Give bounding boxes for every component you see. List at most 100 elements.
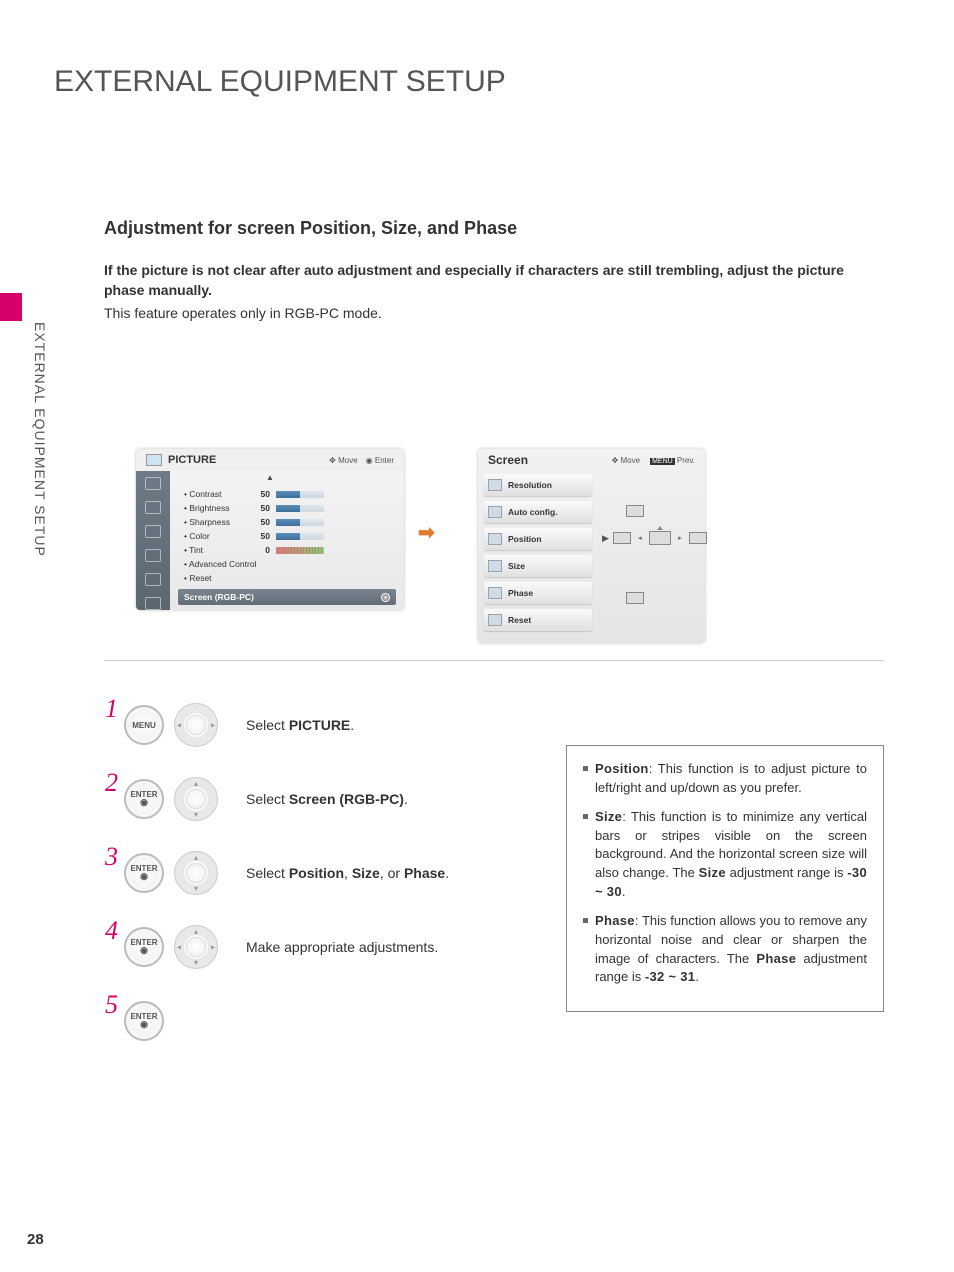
flow-arrow-icon: ➡	[418, 520, 435, 545]
osd-item-brightness: • Brightness 50	[178, 501, 396, 515]
step-1: 1 MENU ◂▸ Select PICTURE.	[104, 688, 524, 762]
item-label: Position	[508, 534, 542, 544]
sidebar-icon	[145, 501, 161, 514]
screen-item-reset: Reset	[484, 609, 592, 631]
sidebar-icon	[145, 573, 161, 586]
osd-label: • Tint	[178, 545, 248, 555]
position-control-preview: ▶ ◂ ▸	[602, 531, 707, 545]
osd-category-sidebar	[136, 471, 170, 610]
osd-item-sharpness: • Sharpness 50	[178, 515, 396, 529]
size-icon	[488, 560, 502, 572]
enter-button-icon: ENTER◉	[124, 853, 164, 893]
enter-button-icon: ENTER◉	[124, 1001, 164, 1041]
enter-dot-icon	[381, 593, 390, 602]
step-number: 5	[104, 990, 118, 1020]
osd-item-color: • Color 50	[178, 529, 396, 543]
screen-item-resolution: Resolution	[484, 474, 592, 496]
intro-line-1: If the picture is not clear after auto a…	[104, 260, 884, 301]
sidebar-icon	[145, 597, 161, 610]
move-hint: ✥ Move	[329, 456, 358, 465]
enter-button-icon: ENTER◉	[124, 779, 164, 819]
step-number: 4	[104, 916, 118, 946]
enter-hint: ◉ Enter	[366, 456, 394, 465]
osd-item-advanced: • Advanced Control	[178, 557, 396, 571]
screen-item-auto-config: Auto config.	[484, 501, 592, 523]
step-text: Make appropriate adjustments.	[246, 939, 438, 955]
step-2: 2 ENTER◉ ▴▾ Select Screen (RGB-PC).	[104, 762, 524, 836]
nav-up-down-icon: ▴▾	[174, 777, 218, 821]
phase-icon	[488, 587, 502, 599]
step-text: Select Position, Size, or Phase.	[246, 865, 449, 881]
step-number: 1	[104, 694, 118, 724]
item-label: Auto config.	[508, 507, 558, 517]
auto-config-icon	[488, 506, 502, 518]
box-icon	[613, 532, 631, 544]
step-number: 2	[104, 768, 118, 798]
box-icon	[626, 592, 644, 604]
osd-value: 50	[248, 517, 270, 527]
section-subtitle: Adjustment for screen Position, Size, an…	[104, 218, 517, 239]
osd-item-screen-rgb: Screen (RGB-PC)	[178, 589, 396, 605]
info-position: Position: This function is to adjust pic…	[583, 760, 867, 798]
size-preview	[626, 592, 644, 604]
info-phase: Phase: This function allows you to remov…	[583, 912, 867, 987]
slider-track	[276, 547, 324, 554]
item-label: Resolution	[508, 480, 552, 490]
osd-value: 50	[248, 503, 270, 513]
step-text: Select Screen (RGB-PC).	[246, 791, 408, 807]
osd-item-contrast: • Contrast 50	[178, 487, 396, 501]
screen-item-phase: Phase	[484, 582, 592, 604]
osd-screen-menu: Screen ✥ Move MENU Prev. Resolution Auto…	[478, 449, 705, 643]
osd-picture-menu: PICTURE ✥ Move ◉ Enter ▲ • Contrast 50 •…	[136, 449, 404, 610]
page-number: 28	[27, 1231, 44, 1248]
slider-track	[276, 491, 324, 498]
info-size: Size: This function is to minimize any v…	[583, 808, 867, 902]
step-5: 5 ENTER◉	[104, 984, 524, 1058]
auto-config-preview	[626, 505, 644, 517]
box-icon	[626, 505, 644, 517]
resolution-icon	[488, 479, 502, 491]
osd-picture-title: PICTURE	[168, 454, 216, 466]
screen-item-size: Size	[484, 555, 592, 577]
center-box-icon	[649, 531, 671, 545]
osd-label: • Reset	[178, 573, 212, 583]
osd-screen-title: Screen	[488, 453, 528, 467]
sidebar-icon	[145, 477, 161, 490]
sidebar-icon	[145, 525, 161, 538]
accent-tab	[0, 293, 22, 321]
osd-picture-header: PICTURE ✥ Move ◉ Enter	[136, 449, 404, 471]
pointer-icon: ▶	[602, 533, 609, 544]
nav-all-directions-icon: ▴▾◂▸	[174, 925, 218, 969]
right-arrow-icon: ▸	[675, 534, 685, 542]
osd-label: • Sharpness	[178, 517, 248, 527]
osd-label: • Color	[178, 531, 248, 541]
slider-track	[276, 519, 324, 526]
osd-label: • Contrast	[178, 489, 248, 499]
box-icon	[689, 532, 707, 544]
osd-label: Screen (RGB-PC)	[184, 592, 254, 602]
nav-up-down-icon: ▴▾	[174, 851, 218, 895]
osd-value: 0	[248, 545, 270, 555]
step-text: Select PICTURE.	[246, 717, 354, 733]
sidebar-icon	[145, 549, 161, 562]
left-arrow-icon: ◂	[635, 534, 645, 542]
intro-line-2: This feature operates only in RGB-PC mod…	[104, 303, 884, 323]
info-box: Position: This function is to adjust pic…	[566, 745, 884, 1012]
side-section-label: EXTERNAL EQUIPMENT SETUP	[32, 322, 48, 557]
osd-label: • Advanced Control	[178, 559, 256, 569]
picture-icon	[146, 454, 162, 466]
enter-button-icon: ENTER◉	[124, 927, 164, 967]
step-3: 3 ENTER◉ ▴▾ Select Position, Size, or Ph…	[104, 836, 524, 910]
intro-text: If the picture is not clear after auto a…	[104, 260, 884, 325]
step-number: 3	[104, 842, 118, 872]
item-label: Reset	[508, 615, 531, 625]
item-label: Size	[508, 561, 525, 571]
slider-track	[276, 505, 324, 512]
position-icon	[488, 533, 502, 545]
step-4: 4 ENTER◉ ▴▾◂▸ Make appropriate adjustmen…	[104, 910, 524, 984]
slider-track	[276, 533, 324, 540]
osd-item-tint: • Tint 0	[178, 543, 396, 557]
osd-value: 50	[248, 489, 270, 499]
screen-right-controls: ▶ ◂ ▸	[602, 449, 705, 643]
osd-label: • Brightness	[178, 503, 248, 513]
